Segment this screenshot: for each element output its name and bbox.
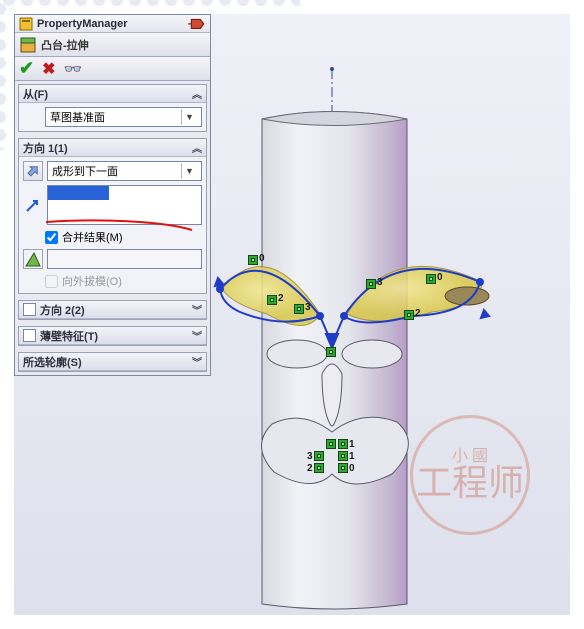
direction1-header[interactable]: 方向 1(1) ︽ bbox=[19, 139, 206, 157]
sketch-label: 3 bbox=[305, 302, 311, 313]
selected-contours-header[interactable]: 所选轮廓(S) ︾ bbox=[19, 353, 206, 371]
sketch-node[interactable] bbox=[326, 439, 336, 449]
sketch-node[interactable] bbox=[267, 295, 277, 305]
feature-title: 凸台-拉伸 bbox=[41, 37, 89, 53]
dropdown-arrow-icon: ▼ bbox=[181, 109, 197, 125]
from-title: 从(F) bbox=[23, 86, 48, 102]
pm-icon bbox=[19, 17, 33, 31]
sketch-label: 0 bbox=[349, 463, 355, 474]
sketch-label: 1 bbox=[349, 451, 355, 462]
sketch-label: 1 bbox=[349, 439, 355, 450]
sketch-label: 2 bbox=[278, 293, 284, 304]
sketch-node[interactable] bbox=[338, 451, 348, 461]
face-selection-box[interactable] bbox=[47, 185, 202, 225]
pushpin-icon[interactable] bbox=[188, 17, 206, 31]
graphics-viewport[interactable]: 0 2 3 3 0 2 1 3 1 2 0 小 國 工程师 bbox=[212, 14, 570, 615]
direction2-section: 方向 2(2) ︾ bbox=[18, 300, 207, 320]
sketch-node[interactable] bbox=[294, 304, 304, 314]
dropdown-arrow-icon: ▼ bbox=[181, 163, 197, 179]
thin-feature-title: 薄壁特征(T) bbox=[40, 328, 98, 344]
sketch-node[interactable] bbox=[326, 347, 336, 357]
direction-vector-icon bbox=[23, 195, 43, 215]
model-drawing bbox=[212, 14, 570, 615]
end-condition-value: 成形到下一面 bbox=[52, 163, 118, 179]
sketch-label: 2 bbox=[307, 463, 313, 474]
direction2-header[interactable]: 方向 2(2) ︾ bbox=[19, 301, 206, 319]
draft-button[interactable] bbox=[23, 249, 43, 269]
extrude-boss-icon bbox=[19, 36, 37, 54]
sketch-node[interactable] bbox=[314, 451, 324, 461]
from-section: 从(F) ︽ 草图基准面 ▼ bbox=[18, 84, 207, 132]
watermark: 小 國 工程师 bbox=[410, 415, 530, 535]
collapse-icon: ︽ bbox=[192, 140, 202, 155]
sketch-label: 2 bbox=[415, 308, 421, 319]
draft-outward-label: 向外拔模(O) bbox=[62, 273, 122, 289]
sketch-label: 0 bbox=[259, 253, 265, 264]
feature-title-bar: 凸台-拉伸 bbox=[15, 33, 210, 57]
merge-result-label: 合并结果(M) bbox=[62, 229, 123, 245]
start-condition-combo[interactable]: 草图基准面 ▼ bbox=[45, 107, 202, 127]
direction1-section: 方向 1(1) ︽ 成形到下一面 ▼ bbox=[18, 138, 207, 294]
property-manager-panel: PropertyManager 凸台-拉伸 ✔ ✖ 👓 从(F) ︽ 草图基准面… bbox=[14, 14, 211, 376]
draft-angle-input[interactable] bbox=[47, 249, 202, 269]
sketch-node[interactable] bbox=[314, 463, 324, 473]
selected-contours-title: 所选轮廓(S) bbox=[23, 354, 82, 370]
start-condition-value: 草图基准面 bbox=[50, 109, 105, 125]
from-header[interactable]: 从(F) ︽ bbox=[19, 85, 206, 103]
pm-header[interactable]: PropertyManager bbox=[15, 15, 210, 33]
expand-icon: ︾ bbox=[192, 328, 202, 343]
thin-feature-header[interactable]: 薄壁特征(T) ︾ bbox=[19, 327, 206, 345]
sketch-label: 3 bbox=[377, 277, 383, 288]
cancel-button[interactable]: ✖ bbox=[42, 59, 55, 79]
draft-outward-checkbox bbox=[45, 275, 58, 288]
end-condition-combo[interactable]: 成形到下一面 ▼ bbox=[47, 161, 202, 181]
direction2-title: 方向 2(2) bbox=[40, 302, 85, 318]
sketch-node[interactable] bbox=[404, 310, 414, 320]
collapse-icon: ︽ bbox=[192, 86, 202, 101]
ok-button[interactable]: ✔ bbox=[19, 58, 34, 79]
watermark-bottom: 工程师 bbox=[416, 465, 524, 501]
detailed-preview-button[interactable]: 👓 bbox=[64, 60, 83, 78]
sketch-node[interactable] bbox=[338, 439, 348, 449]
reverse-direction-button[interactable] bbox=[23, 161, 43, 181]
sketch-node[interactable] bbox=[426, 274, 436, 284]
sketch-label: 3 bbox=[307, 451, 313, 462]
merge-result-checkbox[interactable] bbox=[45, 231, 58, 244]
selected-contours-section: 所选轮廓(S) ︾ bbox=[18, 352, 207, 372]
expand-icon: ︾ bbox=[192, 354, 202, 369]
pm-title: PropertyManager bbox=[37, 18, 184, 30]
expand-icon: ︾ bbox=[192, 302, 202, 317]
sketch-label: 0 bbox=[437, 272, 443, 283]
sketch-node[interactable] bbox=[338, 463, 348, 473]
thin-feature-section: 薄壁特征(T) ︾ bbox=[18, 326, 207, 346]
action-bar: ✔ ✖ 👓 bbox=[15, 57, 210, 81]
sketch-node[interactable] bbox=[366, 279, 376, 289]
sketch-node[interactable] bbox=[248, 255, 258, 265]
direction1-title: 方向 1(1) bbox=[23, 140, 68, 156]
